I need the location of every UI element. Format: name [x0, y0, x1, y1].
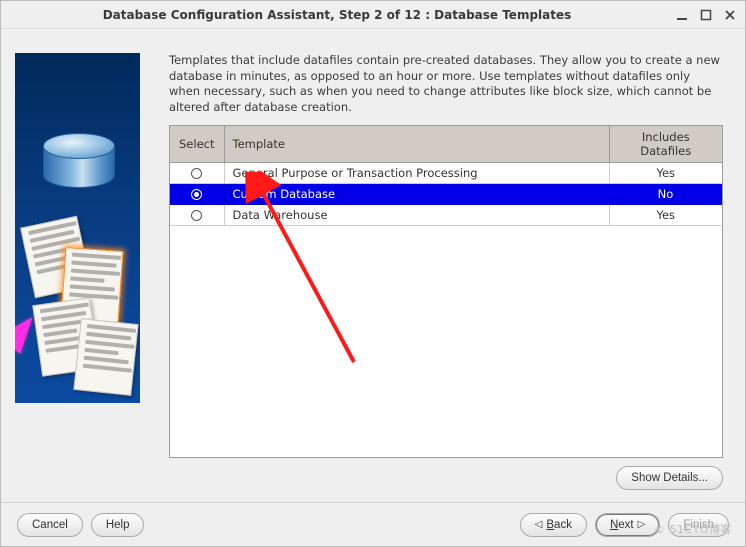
- template-name-cell: Custom Database: [224, 184, 610, 205]
- table-row[interactable]: Data Warehouse Yes: [170, 205, 722, 226]
- maximize-icon[interactable]: [697, 6, 715, 24]
- chevron-right-icon: ▷: [638, 519, 646, 530]
- back-button[interactable]: ◁ Back: [520, 513, 587, 537]
- radio-option[interactable]: [191, 168, 202, 179]
- table-row[interactable]: Custom Database No: [170, 184, 722, 205]
- window-title: Database Configuration Assistant, Step 2…: [7, 8, 667, 22]
- cancel-button[interactable]: Cancel: [17, 513, 83, 537]
- close-icon[interactable]: [721, 6, 739, 24]
- radio-option[interactable]: [191, 210, 202, 221]
- column-header-select: Select: [170, 126, 224, 163]
- templates-table: Select Template Includes Datafiles Gener…: [170, 126, 722, 226]
- finish-button: Finish: [668, 513, 729, 537]
- template-name-cell: Data Warehouse: [224, 205, 610, 226]
- radio-option[interactable]: [191, 189, 202, 200]
- details-button-row: Show Details...: [169, 458, 723, 494]
- template-page-icon: [73, 318, 138, 396]
- titlebar: Database Configuration Assistant, Step 2…: [1, 1, 745, 29]
- sidebar: [1, 29, 157, 502]
- chevron-left-icon: ◁: [535, 519, 543, 530]
- wizard-graphic: [15, 53, 140, 403]
- help-button[interactable]: Help: [91, 513, 145, 537]
- templates-table-container: Select Template Includes Datafiles Gener…: [169, 125, 723, 458]
- column-header-includes: Includes Datafiles: [610, 126, 722, 163]
- database-icon: [43, 133, 115, 197]
- next-button[interactable]: Next ▷: [595, 513, 660, 537]
- main-panel: Templates that include datafiles contain…: [157, 29, 745, 502]
- includes-cell: Yes: [610, 163, 722, 184]
- column-header-template: Template: [224, 126, 610, 163]
- includes-cell: Yes: [610, 205, 722, 226]
- template-name-cell: General Purpose or Transaction Processin…: [224, 163, 610, 184]
- includes-cell: No: [610, 184, 722, 205]
- database-configuration-assistant-window: Database Configuration Assistant, Step 2…: [0, 0, 746, 547]
- wizard-body: Templates that include datafiles contain…: [1, 29, 745, 502]
- minimize-icon[interactable]: [673, 6, 691, 24]
- wizard-footer: Cancel Help ◁ Back Next ▷ Finish: [1, 502, 745, 546]
- table-row[interactable]: General Purpose or Transaction Processin…: [170, 163, 722, 184]
- description-text: Templates that include datafiles contain…: [169, 53, 723, 115]
- show-details-button[interactable]: Show Details...: [616, 466, 723, 490]
